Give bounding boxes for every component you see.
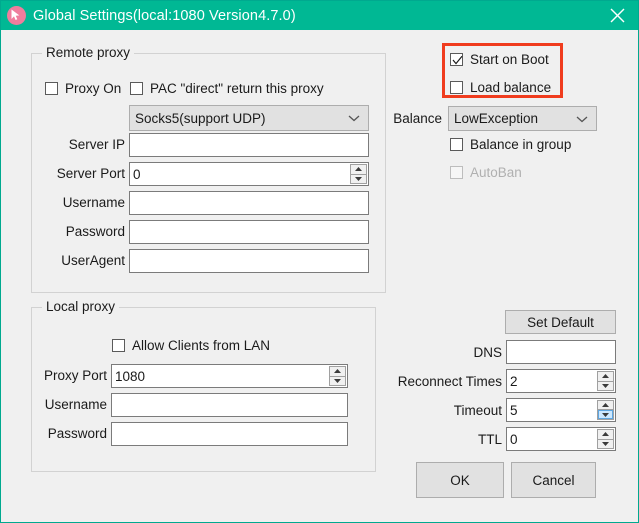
- set-default-button[interactable]: Set Default: [505, 310, 616, 334]
- useragent-input[interactable]: [129, 249, 369, 273]
- proxy-on-checkbox[interactable]: Proxy On: [45, 81, 121, 96]
- allow-lan-checkbox[interactable]: Allow Clients from LAN: [112, 338, 270, 353]
- server-port-input[interactable]: 0: [130, 163, 350, 185]
- start-on-boot-checkbox[interactable]: Start on Boot: [450, 52, 549, 67]
- cursor-icon: [7, 6, 26, 25]
- reconnect-times-label: Reconnect Times: [397, 374, 502, 389]
- spin-down-button[interactable]: [598, 381, 613, 390]
- checkbox-box: [450, 138, 463, 151]
- global-settings-window: Global Settings(local:1080 Version4.7.0)…: [0, 0, 639, 523]
- timeout-input[interactable]: 5: [507, 399, 597, 421]
- spin-up-button[interactable]: [598, 430, 613, 440]
- balance-label: Balance: [393, 111, 442, 126]
- ttl-input[interactable]: 0: [507, 428, 597, 450]
- server-ip-input[interactable]: [129, 133, 369, 157]
- pac-direct-label: PAC "direct" return this proxy: [150, 81, 324, 96]
- pac-direct-checkbox[interactable]: PAC "direct" return this proxy: [130, 81, 324, 96]
- spin-down-button[interactable]: [351, 174, 366, 183]
- cancel-button[interactable]: Cancel: [511, 462, 596, 498]
- server-ip-label: Server IP: [68, 137, 125, 152]
- protocol-combobox[interactable]: Socks5(support UDP): [129, 105, 369, 131]
- balance-in-group-checkbox[interactable]: Balance in group: [450, 137, 571, 152]
- ok-button[interactable]: OK: [416, 462, 504, 498]
- remote-password-input[interactable]: [129, 220, 369, 244]
- reconnect-times-spinner[interactable]: 2: [506, 369, 616, 393]
- local-proxy-group-title: Local proxy: [42, 299, 120, 314]
- ttl-label: TTL: [477, 432, 502, 447]
- checkbox-box: [45, 82, 58, 95]
- ttl-spinner[interactable]: 0: [506, 427, 616, 451]
- spin-up-button[interactable]: [598, 372, 613, 382]
- local-password-label: Password: [47, 426, 107, 441]
- local-proxy-group: Local proxy: [31, 299, 376, 472]
- allow-lan-label: Allow Clients from LAN: [132, 338, 271, 353]
- autoban-label: AutoBan: [470, 165, 522, 180]
- spin-buttons: [597, 400, 614, 420]
- start-on-boot-label: Start on Boot: [470, 52, 549, 67]
- spin-down-button[interactable]: [598, 410, 613, 419]
- spin-buttons: [597, 371, 614, 391]
- load-balance-checkbox[interactable]: Load balance: [450, 80, 551, 95]
- balance-combobox[interactable]: LowException: [448, 106, 597, 131]
- local-password-input[interactable]: [111, 422, 348, 446]
- checkbox-box: [450, 53, 463, 66]
- chevron-down-icon: [576, 111, 588, 126]
- spin-down-button[interactable]: [598, 439, 613, 448]
- spin-down-button[interactable]: [330, 376, 345, 385]
- spin-up-button[interactable]: [330, 367, 345, 377]
- spin-up-button[interactable]: [598, 401, 613, 411]
- spin-buttons: [329, 366, 346, 386]
- proxy-port-label: Proxy Port: [43, 368, 107, 383]
- balance-combobox-value: LowException: [454, 111, 539, 126]
- proxy-on-label: Proxy On: [65, 81, 122, 96]
- dns-label: DNS: [473, 345, 502, 360]
- checkbox-box: [450, 166, 463, 179]
- title-bar: Global Settings(local:1080 Version4.7.0): [1, 1, 638, 30]
- close-button[interactable]: [595, 1, 638, 30]
- local-username-input[interactable]: [111, 393, 348, 417]
- remote-username-label: Username: [62, 195, 125, 210]
- proxy-port-spinner[interactable]: 1080: [111, 364, 348, 388]
- remote-password-label: Password: [65, 224, 125, 239]
- checkbox-box: [450, 81, 463, 94]
- protocol-combobox-value: Socks5(support UDP): [135, 110, 266, 126]
- spin-buttons: [350, 164, 367, 184]
- window-title: Global Settings(local:1080 Version4.7.0): [33, 7, 296, 24]
- checkbox-box: [130, 82, 143, 95]
- reconnect-times-input[interactable]: 2: [507, 370, 597, 392]
- proxy-port-input[interactable]: 1080: [112, 365, 329, 387]
- server-port-label: Server Port: [56, 166, 125, 181]
- balance-in-group-label: Balance in group: [470, 137, 572, 152]
- local-username-label: Username: [44, 397, 107, 412]
- chevron-down-icon: [348, 111, 360, 126]
- useragent-label: UserAgent: [61, 253, 125, 268]
- dns-input[interactable]: [506, 340, 616, 364]
- load-balance-label: Load balance: [470, 80, 552, 95]
- timeout-spinner[interactable]: 5: [506, 398, 616, 422]
- server-port-spinner[interactable]: 0: [129, 162, 369, 186]
- spin-buttons: [597, 429, 614, 449]
- checkbox-box: [112, 339, 125, 352]
- remote-proxy-group-title: Remote proxy: [42, 45, 135, 60]
- timeout-label: Timeout: [453, 403, 502, 418]
- spin-up-button[interactable]: [351, 165, 366, 175]
- remote-username-input[interactable]: [129, 191, 369, 215]
- autoban-checkbox[interactable]: AutoBan: [450, 165, 522, 180]
